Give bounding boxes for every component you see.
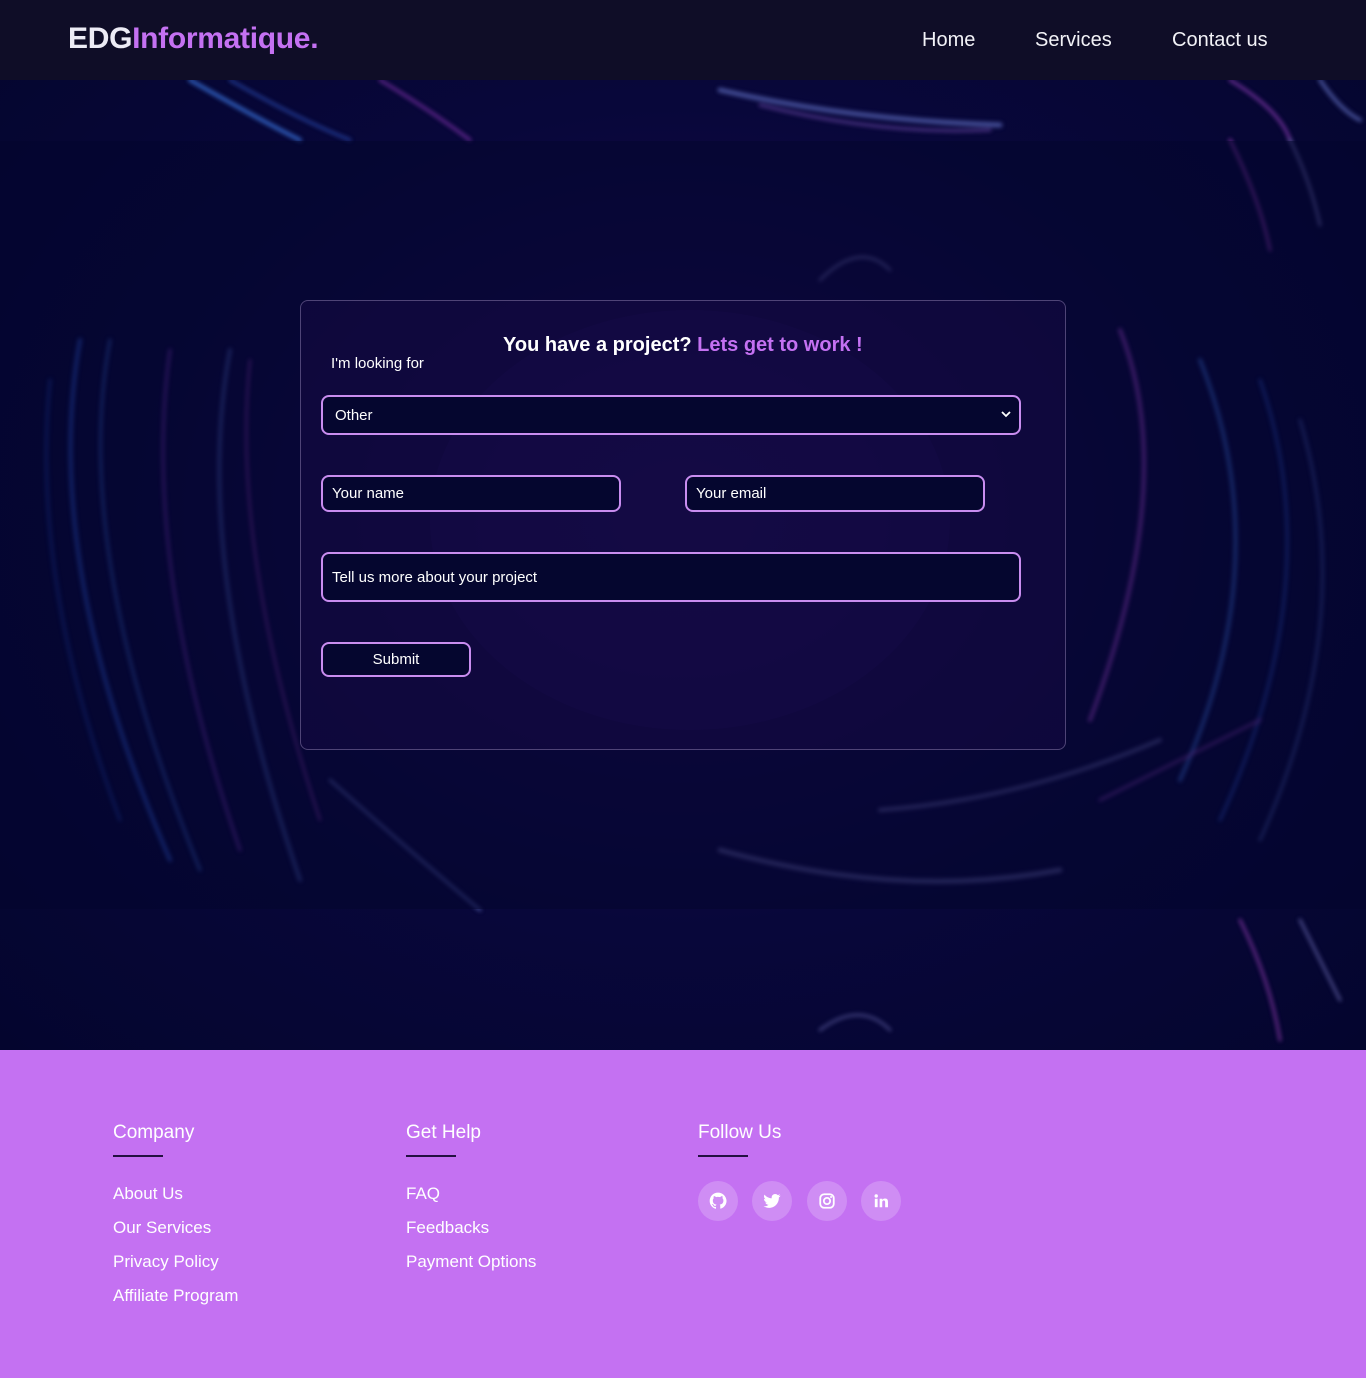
footer-link-about-us[interactable]: About Us <box>113 1184 183 1204</box>
twitter-link[interactable] <box>752 1181 792 1221</box>
twitter-icon <box>763 1194 781 1208</box>
nav-link-home[interactable]: Home <box>922 29 975 52</box>
email-input-placeholder: Your email <box>696 485 767 502</box>
footer-link-feedbacks[interactable]: Feedbacks <box>406 1218 489 1238</box>
form-title-main: You have a project? <box>503 334 692 356</box>
name-input-placeholder: Your name <box>332 485 404 502</box>
email-input[interactable]: Your email <box>685 475 985 512</box>
github-icon <box>709 1192 727 1209</box>
footer-link-faq[interactable]: FAQ <box>406 1184 440 1204</box>
chevron-down-icon <box>1001 411 1011 418</box>
nav-link-contact[interactable]: Contact us <box>1172 29 1268 52</box>
footer-link-privacy-policy[interactable]: Privacy Policy <box>113 1252 219 1272</box>
project-type-select[interactable]: Other <box>321 395 1021 435</box>
footer <box>0 1050 1366 1378</box>
submit-button[interactable]: Submit <box>321 642 471 677</box>
linkedin-link[interactable] <box>861 1181 901 1221</box>
footer-company-underline <box>113 1155 163 1157</box>
form-title-accent: Lets get to work ! <box>697 334 863 356</box>
instagram-link[interactable] <box>807 1181 847 1221</box>
github-link[interactable] <box>698 1181 738 1221</box>
project-description-placeholder: Tell us more about your project <box>332 568 538 586</box>
instagram-icon <box>819 1193 835 1209</box>
linkedin-icon <box>874 1194 888 1208</box>
footer-link-payment-options[interactable]: Payment Options <box>406 1252 536 1272</box>
name-input[interactable]: Your name <box>321 475 621 512</box>
project-type-select-value: Other <box>335 406 373 424</box>
footer-follow-title: Follow Us <box>698 1122 782 1143</box>
footer-company-title: Company <box>113 1122 195 1143</box>
footer-link-affiliate-program[interactable]: Affiliate Program <box>113 1286 238 1306</box>
form-title: You have a project? Lets get to work ! <box>503 334 863 357</box>
footer-help-underline <box>406 1155 456 1157</box>
nav-link-services[interactable]: Services <box>1035 29 1112 52</box>
footer-link-our-services[interactable]: Our Services <box>113 1218 211 1238</box>
brand-logo[interactable]: EDGInformatique. <box>68 22 319 56</box>
brand-name-part2: Informatique. <box>132 22 319 55</box>
project-description-textarea[interactable]: Tell us more about your project <box>321 552 1021 602</box>
looking-for-label: I'm looking for <box>331 355 424 372</box>
footer-follow-underline <box>698 1155 748 1157</box>
footer-help-title: Get Help <box>406 1122 481 1143</box>
navbar: EDGInformatique. Home Services Contact u… <box>0 0 1366 80</box>
brand-name-part1: EDG <box>68 22 133 55</box>
